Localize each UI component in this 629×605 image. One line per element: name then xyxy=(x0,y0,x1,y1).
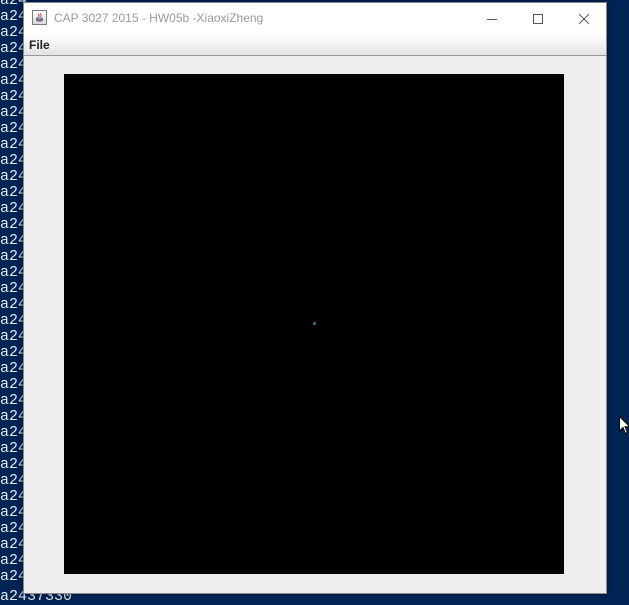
minimize-button[interactable] xyxy=(469,3,515,34)
mouse-pointer-icon xyxy=(619,415,629,440)
title-bar[interactable]: CAP 3027 2015 - HW05b -XiaoxiZheng xyxy=(24,3,606,34)
close-button[interactable] xyxy=(561,3,607,34)
window-title: CAP 3027 2015 - HW05b -XiaoxiZheng xyxy=(54,11,264,25)
java-app-icon[interactable] xyxy=(32,10,47,25)
close-icon xyxy=(578,13,590,24)
particle xyxy=(313,322,316,325)
menu-file[interactable]: File xyxy=(29,38,50,52)
app-window: CAP 3027 2015 - HW05b -XiaoxiZheng File xyxy=(23,2,607,594)
drawing-canvas[interactable] xyxy=(64,74,564,574)
maximize-icon xyxy=(533,13,543,24)
maximize-button[interactable] xyxy=(515,3,561,34)
minimize-icon xyxy=(487,18,497,20)
menu-bar: File xyxy=(24,34,606,56)
